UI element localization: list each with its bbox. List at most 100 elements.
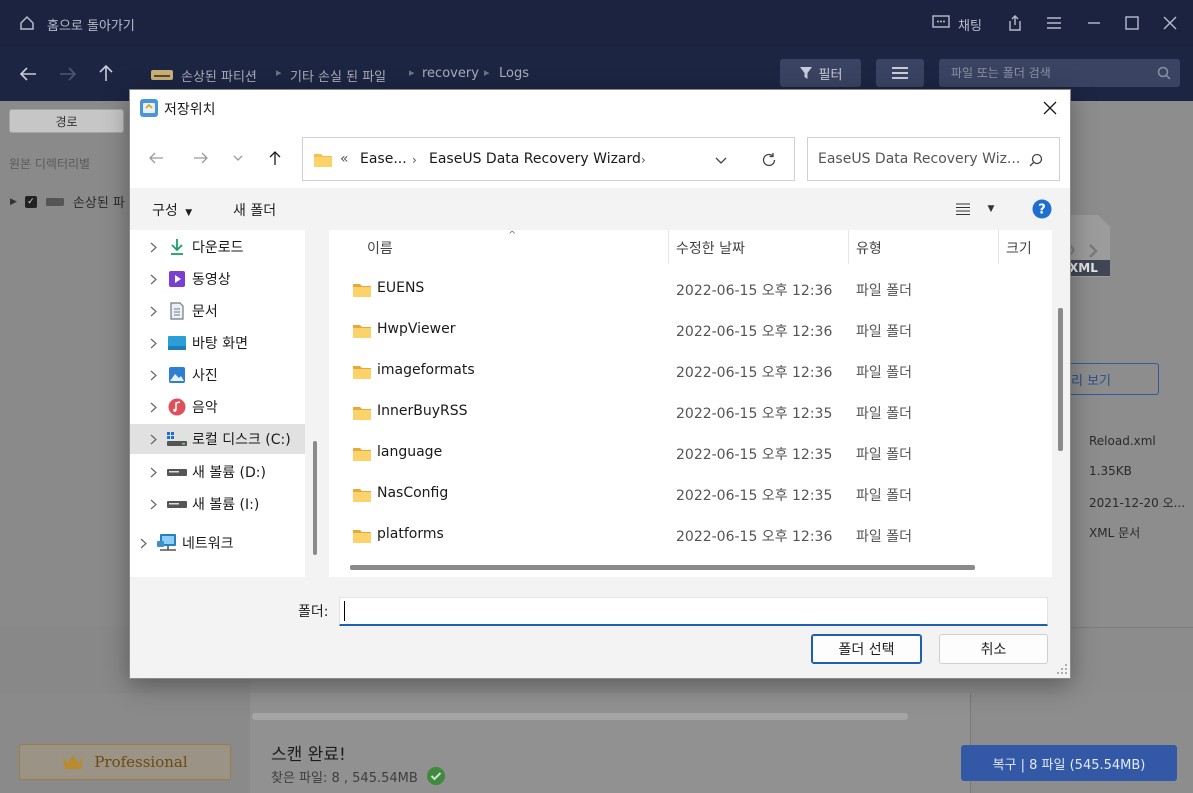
list-view-button[interactable]	[876, 59, 924, 87]
cancel-button[interactable]: 취소	[939, 634, 1048, 664]
file-list-vertical-scrollbar[interactable]	[1058, 308, 1063, 451]
forward-icon[interactable]	[190, 148, 212, 168]
tree-item[interactable]: 동영상	[130, 264, 305, 294]
recover-button[interactable]: 복구 | 8 파일 (545.54MB)	[961, 745, 1177, 781]
resize-grip-icon[interactable]	[1056, 663, 1068, 675]
column-separator[interactable]	[668, 230, 669, 264]
address-overflow-chevrons[interactable]: «	[340, 151, 349, 167]
chevron-right-icon[interactable]	[130, 538, 156, 549]
refresh-icon[interactable]	[758, 149, 780, 171]
maximize-icon[interactable]	[1121, 12, 1143, 34]
chevron-right-icon[interactable]	[140, 467, 166, 478]
tree-item[interactable]: 음악	[130, 392, 305, 422]
file-row[interactable]: platforms 2022-06-15 오후 12:36 파일 폴더	[329, 516, 1052, 557]
breadcrumb-item[interactable]: 손상된 파티션	[181, 66, 257, 85]
view-options-icon[interactable]	[953, 200, 973, 218]
view-dropdown-icon[interactable]: ▼	[983, 201, 999, 217]
up-arrow-icon[interactable]	[95, 62, 117, 84]
home-link[interactable]: 홈으로 돌아가기	[47, 15, 135, 34]
path-tab[interactable]: 경로	[9, 109, 124, 133]
address-bar[interactable]: « Ease... › EaseUS Data Recovery Wizard …	[302, 137, 795, 181]
local-disk-icon	[166, 429, 188, 449]
column-header-size[interactable]: 크기	[1006, 238, 1032, 258]
chevron-right-icon[interactable]	[140, 402, 166, 413]
help-icon[interactable]: ?	[1031, 198, 1053, 220]
menu-icon[interactable]	[1043, 12, 1065, 34]
column-header-type[interactable]: 유형	[856, 238, 882, 258]
tree-item-label: 사진	[192, 368, 218, 384]
column-header-date[interactable]: 수정한 날짜	[676, 238, 745, 258]
back-arrow-icon[interactable]	[17, 63, 39, 85]
home-icon[interactable]	[17, 13, 37, 33]
tree-item-label: 로컬 디스크 (C:)	[192, 432, 291, 448]
dialog-titlebar: 저장위치	[130, 90, 1070, 126]
file-row[interactable]: NasConfig 2022-06-15 오후 12:35 파일 폴더	[329, 475, 1052, 516]
sort-ascending-icon: ^	[508, 230, 517, 241]
chevron-right-icon[interactable]	[140, 338, 166, 349]
chevron-right-icon[interactable]	[140, 242, 166, 253]
address-dropdown-icon[interactable]	[710, 151, 732, 169]
back-icon[interactable]	[145, 148, 167, 168]
folder-icon	[353, 489, 371, 502]
app-search-input[interactable]: 파일 또는 폴더 검색	[939, 59, 1180, 87]
tree-scrollbar[interactable]	[313, 441, 317, 555]
file-name: language	[377, 444, 443, 460]
tree-item[interactable]: 새 볼륨 (D:)	[130, 457, 305, 487]
filter-button[interactable]: 필터	[780, 59, 861, 87]
folder-icon	[353, 366, 371, 379]
column-separator[interactable]	[848, 230, 849, 264]
folder-icon	[353, 448, 371, 461]
forward-arrow-icon[interactable]	[57, 63, 79, 85]
address-crumb[interactable]: EaseUS Data Recovery Wizard	[429, 151, 641, 167]
tree-item-label: 바탕 화면	[192, 336, 248, 352]
file-row[interactable]: EUENS 2022-06-15 오후 12:36 파일 폴더	[329, 270, 1052, 311]
tree-root-row[interactable]: ▶ ✓ 손상된 파	[10, 192, 125, 211]
tree-item[interactable]: 문서	[130, 296, 305, 326]
tree-item[interactable]: 새 볼륨 (I:)	[130, 489, 305, 519]
file-row[interactable]: HwpViewer 2022-06-15 오후 12:36 파일 폴더	[329, 311, 1052, 352]
file-list-horizontal-scrollbar[interactable]	[350, 565, 975, 570]
organize-label: 구성	[152, 203, 178, 219]
organize-button[interactable]: 구성 ▼	[152, 200, 192, 220]
folder-icon	[353, 530, 371, 543]
breadcrumb-separator: ▸	[484, 66, 490, 79]
file-row[interactable]: imageformats 2022-06-15 오후 12:36 파일 폴더	[329, 352, 1052, 393]
chevron-right-icon[interactable]	[140, 434, 166, 445]
breadcrumb-item[interactable]: Logs	[499, 66, 529, 81]
tree-item[interactable]: 다운로드	[130, 232, 305, 262]
chevron-right-icon[interactable]	[140, 499, 166, 510]
checkbox-icon[interactable]: ✓	[24, 195, 37, 208]
professional-button[interactable]: Professional	[19, 744, 231, 780]
dialog-close-button[interactable]	[1036, 95, 1064, 121]
file-row[interactable]: language 2022-06-15 오후 12:35 파일 폴더	[329, 434, 1052, 475]
column-separator[interactable]	[998, 230, 999, 264]
preview-button[interactable]: 리 보기	[1068, 363, 1159, 395]
dialog-search-input[interactable]: EaseUS Data Recovery Wiz...	[807, 137, 1060, 181]
tree-item[interactable]: 바탕 화면	[130, 328, 305, 358]
breadcrumb-item[interactable]: 기타 손실 된 파일	[290, 66, 386, 85]
chat-link[interactable]: 채팅	[958, 15, 982, 34]
tree-item[interactable]: 사진	[130, 360, 305, 390]
select-folder-button[interactable]: 폴더 선택	[811, 634, 922, 664]
chevron-right-icon[interactable]	[140, 370, 166, 381]
minimize-icon[interactable]	[1083, 12, 1105, 34]
address-crumb[interactable]: Ease...	[360, 151, 407, 167]
column-header-name[interactable]: 이름	[367, 238, 393, 258]
expand-arrow-icon[interactable]: ▶	[10, 197, 17, 207]
close-app-icon[interactable]	[1159, 12, 1181, 34]
chat-icon[interactable]	[930, 13, 952, 33]
chevron-right-icon[interactable]	[140, 274, 166, 285]
folder-name-input[interactable]	[339, 597, 1048, 626]
main-horizontal-scrollbar[interactable]	[252, 713, 908, 720]
new-folder-button[interactable]: 새 폴더	[233, 200, 276, 220]
recent-dropdown-icon[interactable]	[228, 149, 248, 167]
address-row: « Ease... › EaseUS Data Recovery Wizard …	[130, 126, 1070, 188]
share-icon[interactable]	[1004, 12, 1026, 34]
file-modified-date: 2022-06-15 오후 12:36	[676, 324, 833, 340]
file-row[interactable]: InnerBuyRSS 2022-06-15 오후 12:35 파일 폴더	[329, 393, 1052, 434]
tree-item[interactable]: 로컬 디스크 (C:)	[130, 424, 305, 454]
chevron-right-icon[interactable]	[140, 306, 166, 317]
up-folder-icon[interactable]	[264, 147, 286, 169]
breadcrumb-item[interactable]: recovery	[422, 66, 479, 81]
tree-item[interactable]: 네트워크	[130, 528, 305, 558]
